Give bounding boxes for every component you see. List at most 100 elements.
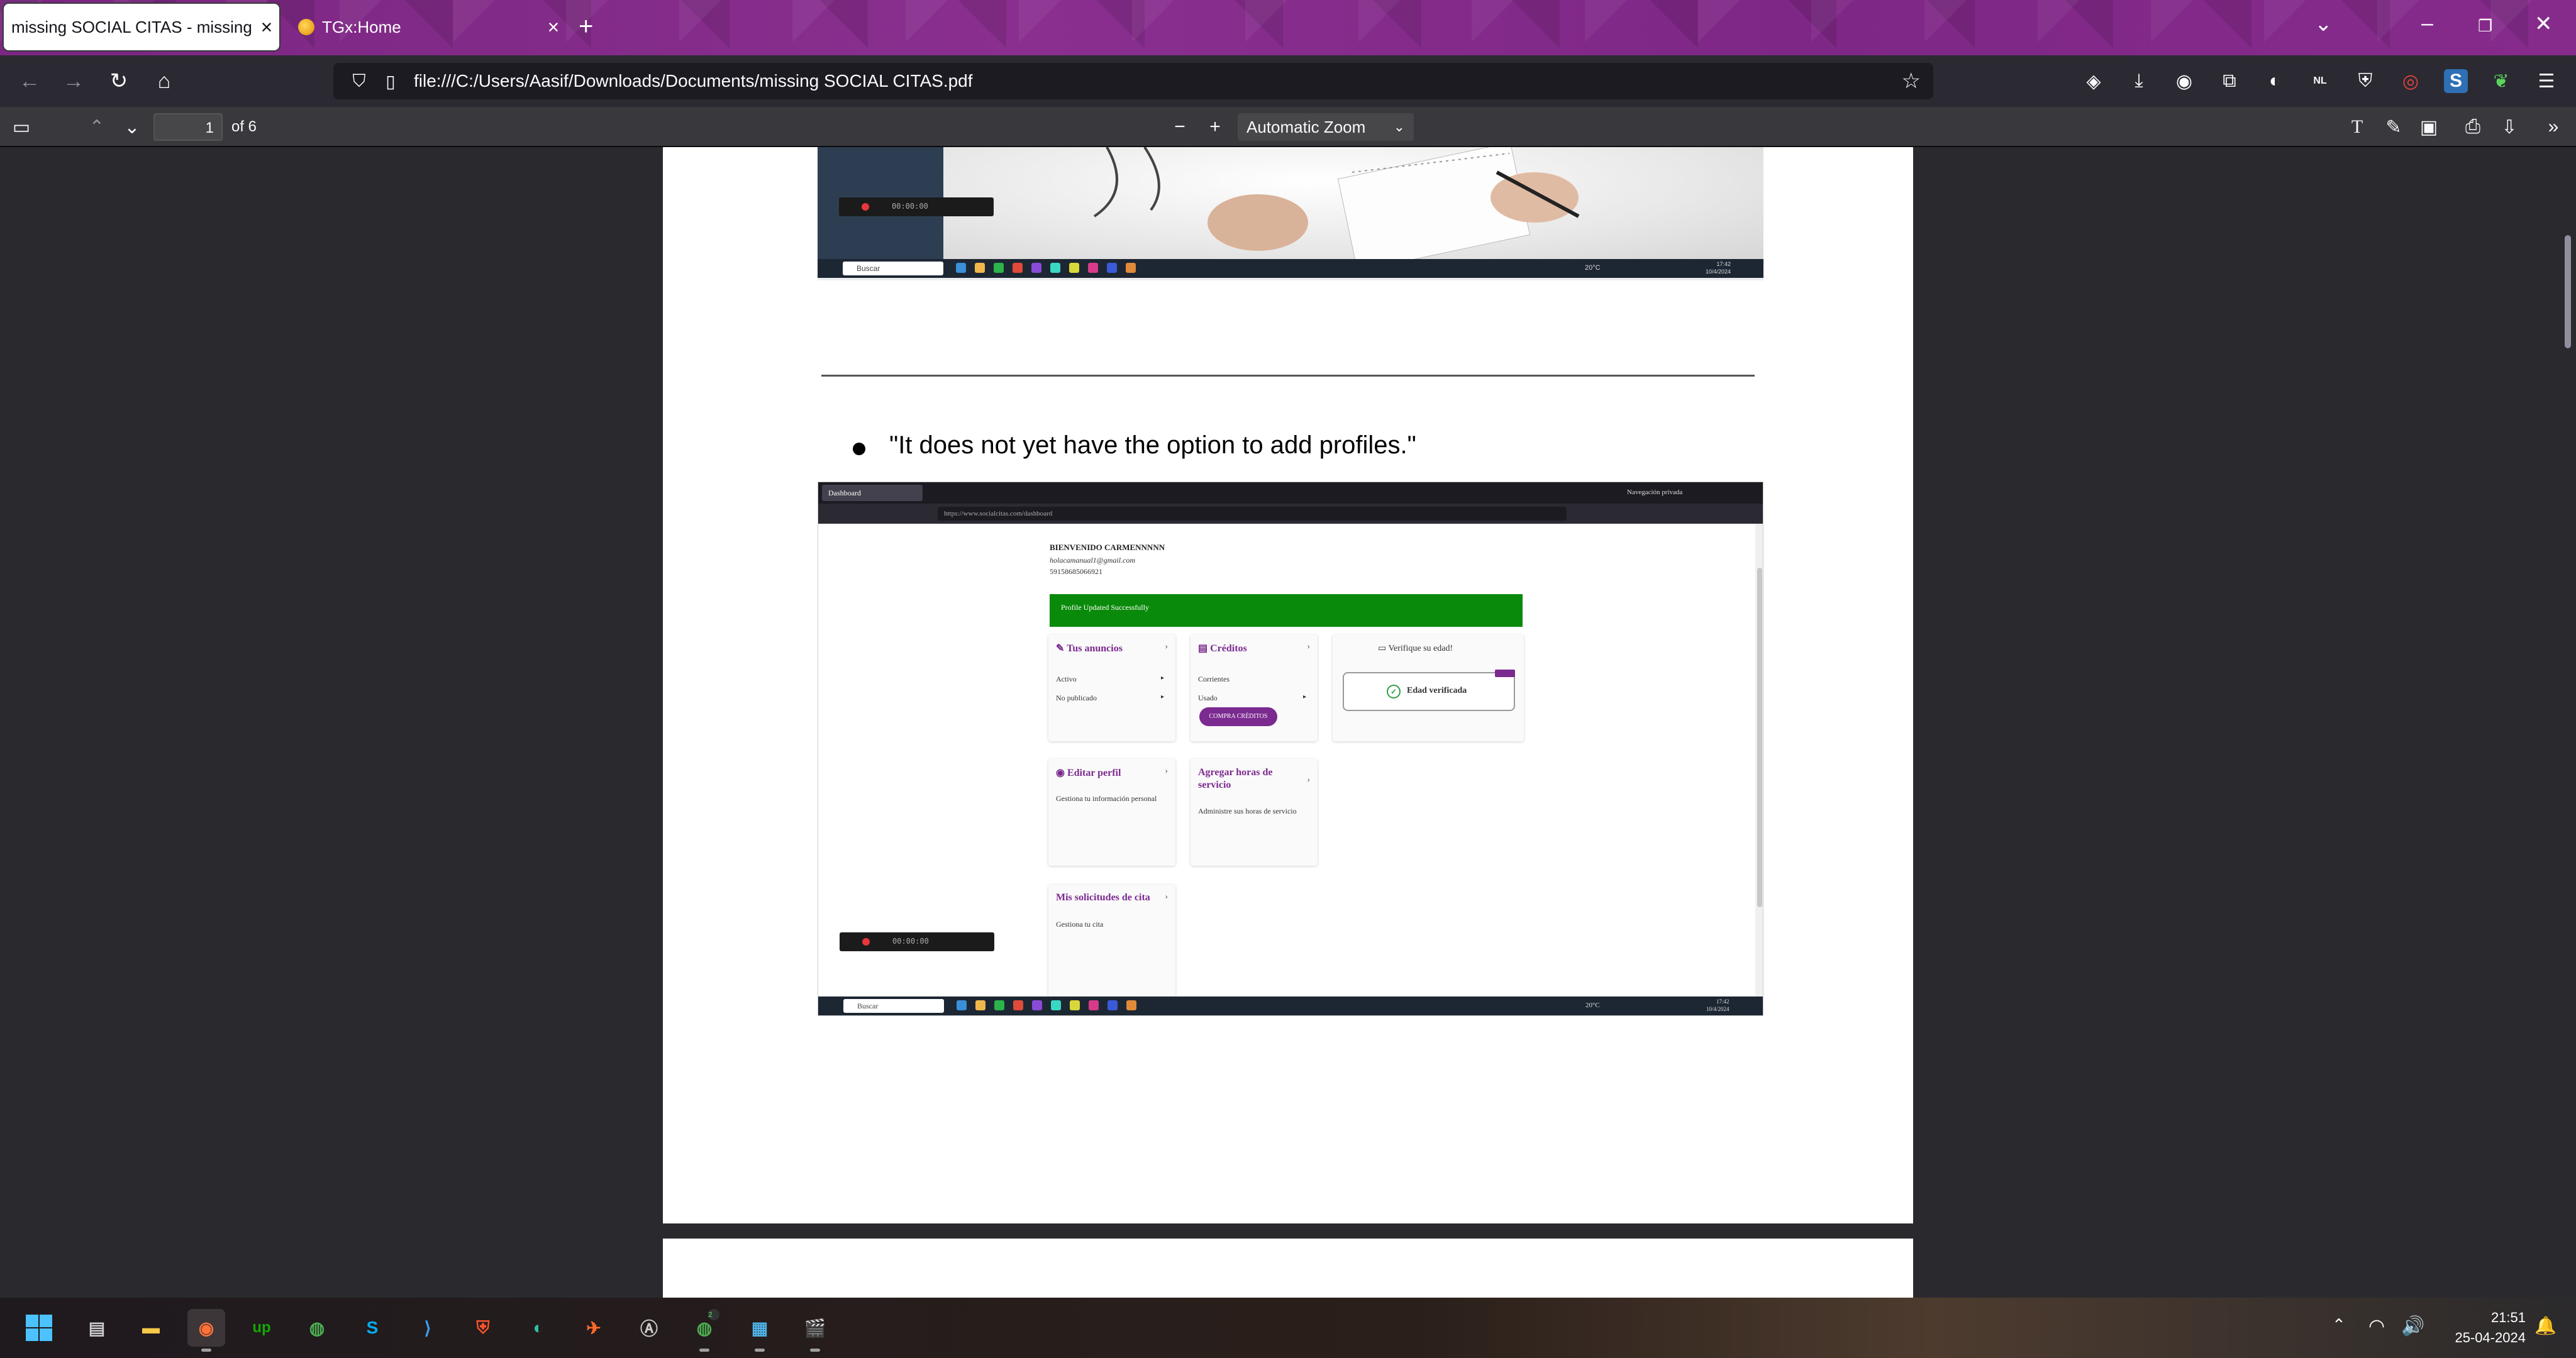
close-icon[interactable]: ×	[254, 16, 279, 39]
notification-bell-icon[interactable]: 🔔	[2534, 1315, 2557, 1336]
extension-shield-icon[interactable]: ⛨	[2353, 69, 2377, 93]
bookmark-star-icon[interactable]: ☆	[1902, 69, 1921, 94]
email-text: holacamanual1@gmail.com	[1050, 556, 1136, 565]
zoom-in-icon[interactable]: +	[1202, 112, 1228, 142]
embedded-taskbar: Buscar 20°C 17:42 10/4/2024	[818, 259, 1763, 278]
bullet-text: "It does not yet have the option to add …	[889, 431, 1416, 459]
page-number-input[interactable]: 1	[153, 113, 223, 141]
zoom-value: Automatic Zoom	[1246, 117, 1366, 136]
chrome-profile-icon[interactable]: ◍ 2	[686, 1309, 723, 1352]
ads-row-active: Activo	[1056, 675, 1077, 683]
app-icon	[975, 1000, 985, 1010]
reload-button[interactable]: ↻	[102, 64, 136, 98]
app-icon	[1108, 1000, 1118, 1010]
account-icon[interactable]: ◉	[2172, 69, 2196, 93]
save-icon[interactable]: ⇩	[2497, 112, 2522, 142]
downloads-icon[interactable]: ⤓	[2127, 69, 2151, 93]
zoom-out-icon[interactable]: −	[1167, 112, 1192, 142]
edge-icon[interactable]: ◐	[519, 1309, 557, 1347]
chevron-down-icon: ⌄	[1393, 119, 1405, 135]
app-a-icon[interactable]: Ⓐ	[630, 1309, 668, 1347]
next-page-icon[interactable]: ⌄	[119, 112, 145, 142]
card-credits: ▤ Créditos › Corrientes Usado ▸ COMPRA C…	[1191, 634, 1318, 741]
notepad-icon[interactable]: ▦	[741, 1309, 779, 1352]
recorder-widget: 00:00:00	[839, 197, 994, 216]
url-text: file:///C:/Users/Aasif/Downloads/Documen…	[414, 71, 973, 91]
menu-icon[interactable]: ☰	[2534, 69, 2558, 93]
pocket-icon[interactable]: ◈	[2082, 69, 2106, 93]
app-icon	[994, 263, 1004, 273]
notebook-illustration	[1093, 147, 1580, 260]
tray-overflow-icon[interactable]: ⌃	[2332, 1315, 2346, 1335]
window-close-button[interactable]: ✕	[2534, 11, 2553, 36]
pdf-viewer[interactable]: 00:00:00 Buscar 20°C 17:42 10/4/2024 "It …	[0, 147, 2576, 1298]
tag-marker	[1495, 670, 1515, 677]
viewer-scrollbar[interactable]	[2565, 235, 2571, 348]
app-icon	[1013, 263, 1023, 273]
tab-tgx[interactable]: TGx:Home ×	[289, 4, 566, 50]
clapperboard-icon[interactable]: 🎬	[796, 1309, 834, 1352]
minimize-button[interactable]: –	[2421, 11, 2433, 36]
postman-icon[interactable]: ✈	[575, 1309, 613, 1347]
restore-button[interactable]: ❐	[2478, 16, 2492, 36]
forward-button[interactable]: →	[57, 64, 91, 98]
skype-icon[interactable]: S	[353, 1309, 391, 1347]
system-clock[interactable]: 21:51 25-04-2024	[2438, 1308, 2526, 1348]
extension-leaf-icon[interactable]: ❦	[2489, 69, 2513, 93]
close-icon[interactable]: ×	[541, 16, 566, 39]
tab-title: missing SOCIAL CITAS - missing SOCIAL CI…	[11, 17, 254, 36]
app-icon	[956, 263, 966, 273]
clock-time: 21:51	[2490, 1310, 2526, 1325]
card-title: Agregar horas de servicio	[1198, 767, 1273, 790]
private-browsing-label: Navegación privada	[1627, 489, 1683, 496]
embedded-scrollbar	[1755, 524, 1763, 996]
list-all-tabs-icon[interactable]: ⌄	[2314, 11, 2333, 36]
tools-menu-icon[interactable]: »	[2541, 112, 2566, 142]
pdf-toolbar: ▭ ⌃ ⌄ 1 of 6 − + Automatic Zoom ⌄ T ✎ ▣ …	[0, 107, 2576, 147]
volume-icon[interactable]: 🔊	[2401, 1315, 2424, 1337]
app-icon	[994, 1000, 1004, 1010]
app-icon	[1051, 1000, 1061, 1010]
new-tab-button[interactable]: +	[579, 13, 593, 41]
app-icon	[1070, 1000, 1080, 1010]
extension-nl-icon[interactable]: NL	[2308, 69, 2332, 93]
pdf-page-next	[663, 1239, 1913, 1298]
sidebar-toggle-icon[interactable]: ▭	[9, 112, 34, 142]
shield-icon[interactable]: ⛉	[343, 71, 375, 92]
firefox-icon[interactable]: ◉	[187, 1309, 225, 1352]
buy-credits-button: COMPRA CRÉDITOS	[1199, 707, 1277, 726]
file-explorer-icon[interactable]: ▬	[132, 1309, 170, 1347]
credits-row-used: Usado	[1198, 693, 1218, 702]
embedded-temp: 20°C	[1585, 1002, 1600, 1009]
address-bar[interactable]: ⛉ ▯ file:///C:/Users/Aasif/Downloads/Doc…	[333, 63, 1933, 99]
extension-record-icon[interactable]: ◎	[2399, 69, 2423, 93]
tab-pdf[interactable]: missing SOCIAL CITAS - missing SOCIAL CI…	[4, 4, 279, 50]
draw-tool-icon[interactable]: ✎	[2381, 112, 2406, 142]
extension-mask-icon[interactable]: ◐	[2263, 69, 2287, 93]
brave-icon[interactable]: ⛨	[464, 1309, 502, 1347]
card-verify: ▭ Verifique su edad! ✓ Edad verificada	[1333, 634, 1524, 741]
wifi-icon[interactable]: ◠	[2368, 1315, 2385, 1337]
windows-start-icon[interactable]	[20, 1309, 58, 1347]
zoom-select[interactable]: Automatic Zoom ⌄	[1238, 113, 1414, 141]
chrome-icon[interactable]: ◍	[298, 1309, 336, 1347]
phone-text: 59158685066921	[1050, 567, 1102, 576]
image-tool-icon[interactable]: ▣	[2416, 112, 2441, 142]
text-tool-icon[interactable]: T	[2345, 112, 2370, 142]
task-view-icon[interactable]: ▤	[78, 1309, 116, 1347]
extension-s-icon[interactable]: S	[2444, 69, 2468, 93]
embedded-search: Buscar	[843, 999, 944, 1013]
embedded-taskbar: Buscar 20°C 17:42 10/4/2024	[818, 996, 1763, 1015]
upwork-icon[interactable]: up	[243, 1309, 280, 1347]
back-button[interactable]: ←	[13, 64, 47, 98]
card-title: ▤ Créditos	[1198, 643, 1247, 654]
previous-page-icon[interactable]: ⌃	[84, 112, 109, 142]
record-icon	[862, 938, 870, 946]
home-button[interactable]: ⌂	[147, 64, 181, 98]
print-icon[interactable]: ⎙	[2460, 112, 2485, 142]
app-icon	[1032, 1000, 1042, 1010]
pdf-page: 00:00:00 Buscar 20°C 17:42 10/4/2024 "It …	[663, 147, 1913, 1223]
vscode-icon[interactable]: ⟩	[409, 1309, 447, 1347]
embedded-browser-tabs: Dashboard Navegación privada	[818, 482, 1763, 504]
extensions-icon[interactable]: ⧉	[2218, 69, 2241, 93]
